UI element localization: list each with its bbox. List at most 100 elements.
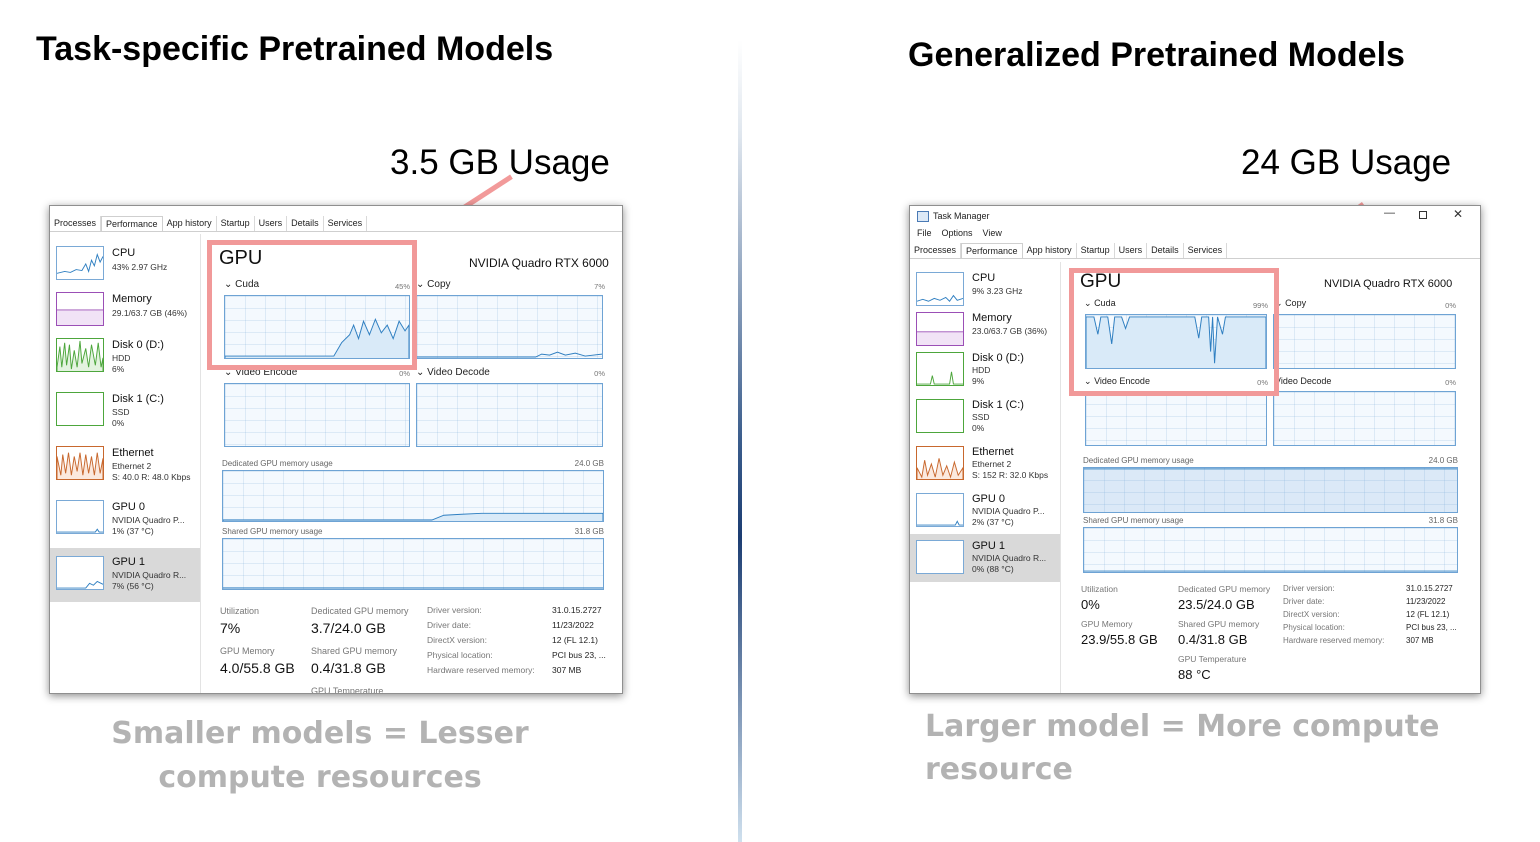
video-encode-graph-percent: 0% <box>399 369 410 378</box>
right-highlight-box <box>1069 268 1279 396</box>
sidebar-item-disk-1[interactable]: Disk 1 (C:) SSD 0% <box>50 388 200 440</box>
gpu-0-thumbnail <box>916 493 964 527</box>
right-title: Generalized Pretrained Models <box>908 36 1405 74</box>
cpu-thumbnail <box>916 272 964 306</box>
driver-info-labels: Driver version: Driver date: DirectX versi… <box>427 605 535 675</box>
copy-graph-label: ⌄ Copy <box>1275 298 1307 308</box>
menu-bar: File Options View <box>917 228 1002 238</box>
sidebar-item-disk-0[interactable]: Disk 0 (D:) HDD 9% <box>910 348 1060 396</box>
utilization-value: 0% <box>1081 597 1100 612</box>
copy-graph-label: ⌄ Copy <box>416 279 451 290</box>
copy-graph-percent: 7% <box>594 282 605 291</box>
video-encode-graph <box>224 383 410 447</box>
shared-gpu-memory-value: 0.4/31.8 GB <box>311 660 386 676</box>
left-title: Task-specific Pretrained Models <box>36 30 554 68</box>
video-decode-graph-label: ⌄ Video Decode <box>416 367 490 378</box>
tab-services[interactable]: Services <box>1184 243 1228 258</box>
sidebar-item-gpu-0[interactable]: GPU 0 NVIDIA Quadro P... 2% (37 °C) <box>910 489 1060 537</box>
sidebar-item-gpu-1[interactable]: GPU 1 NVIDIA Quadro R... 7% (56 °C) <box>50 548 200 602</box>
gpu-1-thumbnail <box>56 556 104 590</box>
sidebar-item-disk-1[interactable]: Disk 1 (C:) SSD 0% <box>910 395 1060 443</box>
driver-info-labels: Driver version: Driver date: DirectX versi… <box>1283 584 1385 645</box>
left-usage-label: 3.5 GB Usage <box>390 143 610 182</box>
tab-startup[interactable]: Startup <box>217 216 255 231</box>
gpu-temperature-value: 88 °C <box>1178 667 1211 682</box>
dedicated-memory-graph <box>1083 467 1458 513</box>
copy-graph <box>416 295 603 359</box>
sidebar-item-disk-0[interactable]: Disk 0 (D:) HDD 6% <box>50 334 200 386</box>
tab-app-history[interactable]: App history <box>1023 243 1077 258</box>
video-decode-graph-label: Video Decode <box>1275 376 1332 386</box>
disk-1-thumbnail <box>56 392 104 426</box>
gpu-memory-value: 23.9/55.8 GB <box>1081 632 1158 647</box>
tab-startup[interactable]: Startup <box>1077 243 1115 258</box>
copy-graph-percent: 0% <box>1445 301 1456 310</box>
dedicated-memory-graph-max: 24.0 GB <box>574 459 604 468</box>
gpu-memory-label: GPU Memory <box>220 646 275 656</box>
tab-details[interactable]: Details <box>287 216 324 231</box>
disk-1-thumbnail <box>916 399 964 433</box>
sidebar-item-ethernet[interactable]: Ethernet Ethernet 2 S: 40.0 R: 48.0 Kbps <box>50 442 200 494</box>
sidebar-item-memory[interactable]: Memory 29.1/63.7 GB (46%) <box>50 288 200 336</box>
left-perf-sidebar: CPU 43% 2.97 GHz Memory 29.1/63.7 GB (46… <box>50 234 201 693</box>
left-tab-bar: Processes Performance App history Startu… <box>50 216 622 232</box>
left-caption: Smaller models = Lesser compute resource… <box>111 716 529 795</box>
task-manager-icon <box>917 211 929 222</box>
sidebar-item-gpu-1[interactable]: GPU 1 NVIDIA Quadro R... 0% (88 °C) <box>910 534 1060 582</box>
gpu-model-name: NVIDIA Quadro RTX 6000 <box>469 256 609 270</box>
tab-details[interactable]: Details <box>1147 243 1184 258</box>
tab-users[interactable]: Users <box>1115 243 1148 258</box>
minimize-icon[interactable]: — <box>1384 207 1395 219</box>
sidebar-item-ethernet[interactable]: Ethernet Ethernet 2 S: 152 R: 32.0 Kbps <box>910 442 1060 490</box>
dedicated-gpu-memory-value: 23.5/24.0 GB <box>1178 597 1255 612</box>
video-decode-graph-percent: 0% <box>1445 378 1456 387</box>
tab-services[interactable]: Services <box>324 216 368 231</box>
right-usage-label: 24 GB Usage <box>1241 143 1452 182</box>
sidebar-item-cpu[interactable]: CPU 43% 2.97 GHz <box>50 242 200 290</box>
tab-app-history[interactable]: App history <box>163 216 217 231</box>
dedicated-gpu-memory-label: Dedicated GPU memory <box>1178 584 1271 594</box>
sidebar-item-cpu[interactable]: CPU 9% 3.23 GHz <box>910 268 1060 310</box>
shared-memory-graph <box>1083 527 1458 573</box>
disk-0-thumbnail <box>916 352 964 386</box>
shared-gpu-memory-value: 0.4/31.8 GB <box>1178 632 1248 647</box>
tab-users[interactable]: Users <box>255 216 288 231</box>
left-highlight-box <box>207 240 417 370</box>
dedicated-gpu-memory-value: 3.7/24.0 GB <box>311 620 386 636</box>
ethernet-thumbnail <box>56 446 104 480</box>
menu-file[interactable]: File <box>917 228 932 238</box>
ethernet-thumbnail <box>916 446 964 480</box>
vertical-divider <box>738 40 742 842</box>
tab-performance[interactable]: Performance <box>101 216 163 231</box>
shared-gpu-memory-label: Shared GPU memory <box>1178 619 1260 629</box>
menu-options[interactable]: Options <box>942 228 973 238</box>
menu-view[interactable]: View <box>983 228 1002 238</box>
memory-thumbnail <box>56 292 104 326</box>
video-encode-graph <box>1085 391 1267 446</box>
video-decode-graph <box>1273 391 1456 446</box>
gpu-memory-label: GPU Memory <box>1081 619 1133 629</box>
right-tab-bar: Processes Performance App history Startu… <box>910 243 1480 259</box>
dedicated-memory-graph <box>222 470 604 522</box>
sidebar-item-gpu-0[interactable]: GPU 0 NVIDIA Quadro P... 1% (37 °C) <box>50 496 200 548</box>
video-decode-graph-percent: 0% <box>594 369 605 378</box>
memory-thumbnail <box>916 312 964 346</box>
cpu-thumbnail <box>56 246 104 280</box>
shared-memory-graph <box>222 538 604 590</box>
utilization-label: Utilization <box>220 606 260 616</box>
driver-info-values: 31.0.15.2727 11/23/2022 12 (FL 12.1) PCI bu… <box>1406 584 1457 645</box>
close-icon[interactable]: ✕ <box>1453 207 1463 221</box>
tab-performance[interactable]: Performance <box>961 243 1023 258</box>
tab-processes[interactable]: Processes <box>910 243 962 258</box>
tab-processes[interactable]: Processes <box>50 216 102 231</box>
right-caption-line-2: resource <box>925 752 1073 787</box>
maximize-icon[interactable] <box>1419 211 1427 219</box>
dedicated-gpu-memory-label: Dedicated GPU memory <box>311 606 409 616</box>
driver-info-values: 31.0.15.2727 11/23/2022 12 (FL 12.1) PCI bu… <box>552 605 606 675</box>
shared-memory-graph-label: Shared GPU memory usage <box>1083 516 1184 525</box>
shared-memory-graph-max: 31.8 GB <box>1428 516 1458 525</box>
chevron-down-icon[interactable]: ⌄ <box>416 367 424 378</box>
sidebar-item-memory[interactable]: Memory 23.0/63.7 GB (36%) <box>910 308 1060 350</box>
chevron-down-icon[interactable]: ⌄ <box>416 279 424 290</box>
gpu-temperature-label: GPU Temperature <box>311 686 384 694</box>
